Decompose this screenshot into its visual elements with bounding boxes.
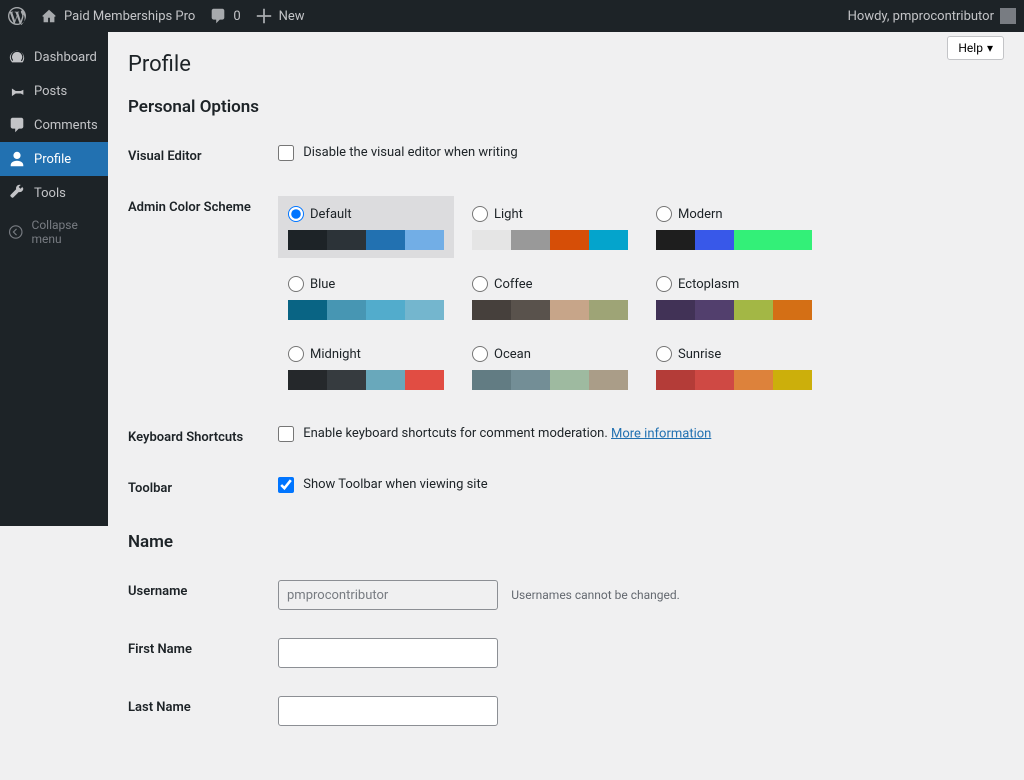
wordpress-icon <box>8 7 26 25</box>
sidebar-item-tools[interactable]: Tools <box>0 176 108 210</box>
last-name-label: Last Name <box>128 682 278 740</box>
color-scheme-radio[interactable] <box>288 276 304 292</box>
chevron-down-icon: ▾ <box>987 41 993 55</box>
account-link[interactable]: Howdy, pmprocontributor <box>848 8 1016 24</box>
howdy-text: Howdy, pmprocontributor <box>848 9 994 24</box>
new-label: New <box>279 9 305 24</box>
last-name-field[interactable] <box>278 696 498 726</box>
sidebar-item-posts[interactable]: Posts <box>0 74 108 108</box>
new-content-link[interactable]: New <box>255 7 305 25</box>
wp-logo[interactable] <box>8 7 26 25</box>
color-swatch <box>288 230 444 250</box>
visual-editor-option[interactable]: Disable the visual editor when writing <box>278 145 518 160</box>
color-scheme-ocean[interactable]: Ocean <box>462 336 638 398</box>
sidebar-item-dashboard[interactable]: Dashboard <box>0 40 108 74</box>
color-scheme-ectoplasm[interactable]: Ectoplasm <box>646 266 822 328</box>
keyboard-label: Keyboard Shortcuts <box>128 412 278 463</box>
sidebar-item-comments[interactable]: Comments <box>0 108 108 142</box>
color-scheme-name: Midnight <box>310 347 361 362</box>
admin-sidebar: Dashboard Posts Comments Profile Tools C… <box>0 32 108 526</box>
color-swatch <box>288 370 444 390</box>
toolbar-label: Toolbar <box>128 463 278 514</box>
color-scheme-radio[interactable] <box>472 276 488 292</box>
comment-icon <box>209 7 227 25</box>
color-swatch <box>656 230 812 250</box>
collapse-menu[interactable]: Collapse menu <box>0 210 108 254</box>
section-name: Name <box>128 532 1004 552</box>
username-field <box>278 580 498 610</box>
dashboard-icon <box>8 48 26 66</box>
color-swatch <box>656 370 812 390</box>
comments-link[interactable]: 0 <box>209 7 240 25</box>
color-scheme-sunrise[interactable]: Sunrise <box>646 336 822 398</box>
comment-icon <box>8 116 26 134</box>
color-scheme-modern[interactable]: Modern <box>646 196 822 258</box>
toolbar-checkbox[interactable] <box>278 477 294 493</box>
help-button[interactable]: Help ▾ <box>947 36 1004 60</box>
color-swatch <box>472 300 628 320</box>
collapse-label: Collapse menu <box>32 218 100 246</box>
color-scheme-blue[interactable]: Blue <box>278 266 454 328</box>
visual-editor-checkbox[interactable] <box>278 145 294 161</box>
color-swatch <box>656 300 812 320</box>
main-content: Help ▾ Profile Personal Options Visual E… <box>108 32 1024 780</box>
color-scheme-radio[interactable] <box>656 206 672 222</box>
keyboard-checkbox[interactable] <box>278 426 294 442</box>
color-scheme-name: Ectoplasm <box>678 277 739 292</box>
sidebar-label: Profile <box>34 152 71 167</box>
first-name-label: First Name <box>128 624 278 682</box>
plus-icon <box>255 7 273 25</box>
color-scheme-default[interactable]: Default <box>278 196 454 258</box>
avatar <box>1000 8 1016 24</box>
collapse-icon <box>8 223 24 241</box>
color-scheme-midnight[interactable]: Midnight <box>278 336 454 398</box>
color-scheme-name: Modern <box>678 207 723 222</box>
toolbar-option[interactable]: Show Toolbar when viewing site <box>278 477 488 492</box>
color-scheme-radio[interactable] <box>472 206 488 222</box>
site-title: Paid Memberships Pro <box>64 9 195 24</box>
sidebar-label: Tools <box>34 186 66 201</box>
sidebar-label: Posts <box>34 84 67 99</box>
page-title: Profile <box>128 52 1004 77</box>
keyboard-option[interactable]: Enable keyboard shortcuts for comment mo… <box>278 426 611 441</box>
user-icon <box>8 150 26 168</box>
admin-color-label: Admin Color Scheme <box>128 182 278 412</box>
color-scheme-light[interactable]: Light <box>462 196 638 258</box>
color-swatch <box>288 300 444 320</box>
visual-editor-label: Visual Editor <box>128 131 278 182</box>
sidebar-item-profile[interactable]: Profile <box>0 142 108 176</box>
color-swatch <box>472 230 628 250</box>
color-scheme-name: Blue <box>310 277 335 292</box>
color-scheme-radio[interactable] <box>288 346 304 362</box>
color-scheme-radio[interactable] <box>656 276 672 292</box>
section-personal-options: Personal Options <box>128 97 1004 117</box>
first-name-field[interactable] <box>278 638 498 668</box>
color-scheme-radio[interactable] <box>656 346 672 362</box>
comment-count: 0 <box>233 9 240 24</box>
color-schemes: Default Light Modern Blue Coffee Ectoplasm Mid… <box>278 196 994 398</box>
color-scheme-name: Sunrise <box>678 347 721 362</box>
home-icon <box>40 7 58 25</box>
color-scheme-radio[interactable] <box>288 206 304 222</box>
username-desc: Usernames cannot be changed. <box>511 588 680 602</box>
color-scheme-name: Ocean <box>494 347 531 362</box>
color-scheme-name: Light <box>494 207 523 222</box>
color-scheme-coffee[interactable]: Coffee <box>462 266 638 328</box>
wrench-icon <box>8 184 26 202</box>
color-scheme-name: Default <box>310 207 352 222</box>
color-scheme-radio[interactable] <box>472 346 488 362</box>
site-name-link[interactable]: Paid Memberships Pro <box>40 7 195 25</box>
color-scheme-name: Coffee <box>494 277 533 292</box>
sidebar-label: Comments <box>34 118 98 133</box>
admin-bar: Paid Memberships Pro 0 New Howdy, pmproc… <box>0 0 1024 32</box>
sidebar-label: Dashboard <box>34 50 97 65</box>
pin-icon <box>8 82 26 100</box>
keyboard-more-link[interactable]: More information <box>611 426 711 441</box>
username-label: Username <box>128 566 278 624</box>
color-swatch <box>472 370 628 390</box>
